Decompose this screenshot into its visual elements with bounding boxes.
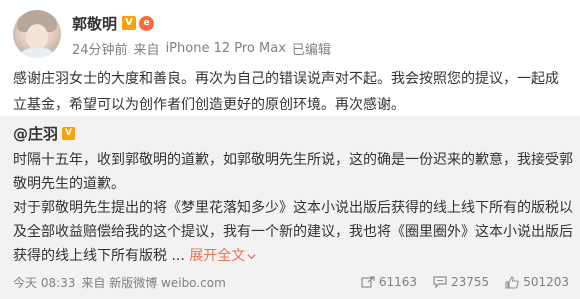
avatar-face [26, 24, 48, 50]
verified-icon: V [122, 16, 137, 30]
repost-count-button[interactable]: 61163 [361, 275, 417, 289]
post-source[interactable]: iPhone 12 Pro Max [166, 41, 286, 56]
weibo-post: 郭敬明 V e 24分钟前 来自 iPhone 12 Pro Max 已编辑 感… [0, 0, 580, 299]
avatar-shirt [19, 48, 55, 58]
ellipsis: ... [167, 248, 190, 264]
repost-paragraph-1: 时隔十五年，收到郭敬明的道歉，如郭敬明先生所说，这的确是一份迟来的歉意，我接受郭… [13, 152, 573, 192]
thumbs-up-icon [505, 275, 519, 289]
repost-text: 时隔十五年，收到郭敬明的道歉，如郭敬明先生所说，这的确是一份迟来的歉意，我接受郭… [13, 148, 573, 268]
author-row: 郭敬明 V e [72, 12, 155, 34]
avatar[interactable] [13, 10, 61, 58]
repost-count: 61163 [378, 275, 417, 289]
comment-icon [433, 276, 447, 288]
chevron-down-icon[interactable] [247, 252, 256, 261]
like-count-button[interactable]: 501203 [505, 275, 569, 289]
edited-label[interactable]: 已编辑 [292, 39, 331, 58]
share-icon [361, 276, 375, 288]
comment-count: 23755 [451, 275, 490, 289]
repost-paragraph-2: 对于郭敬明先生提出的将《梦里花落知多少》这本小说出版后获得的线上线下所有的版税以… [13, 196, 573, 268]
expand-label[interactable]: 展开全文 [189, 248, 245, 264]
post-meta: 24分钟前 来自 iPhone 12 Pro Max 已编辑 [72, 39, 337, 58]
repost-footer: 今天 08:33 来自 新版微博 weibo.com 61163 23755 5… [13, 272, 569, 292]
repost-time[interactable]: 今天 08:33 [13, 274, 75, 291]
repost-stats: 61163 23755 501203 [345, 272, 569, 292]
repost-author-row: @庄羽 V [13, 122, 76, 144]
post-source-prefix: 来自 [133, 42, 160, 58]
post-text: 感谢庄羽女士的大度和善良。再次为自己的错误说声对不起。我会按照您的提议，一起成立… [13, 71, 559, 113]
repost-block: @庄羽 V 时隔十五年，收到郭敬明的道歉，如郭敬明先生所说，这的确是一份迟来的歉… [0, 116, 580, 299]
repost-author[interactable]: @庄羽 [13, 123, 58, 144]
repost-verified-icon: V [62, 126, 76, 140]
expand-full-text-link[interactable]: 展开全文 [189, 248, 256, 264]
like-count: 501203 [523, 275, 569, 289]
repost-source[interactable]: 来自 新版微博 weibo.com [81, 274, 225, 291]
post-time[interactable]: 24分钟前 [72, 39, 128, 58]
author-name[interactable]: 郭敬明 [72, 13, 117, 34]
comment-count-button[interactable]: 23755 [433, 275, 489, 289]
member-level-icon[interactable]: e [139, 15, 155, 31]
repost-paragraph-2-text: 对于郭敬明先生提出的将《梦里花落知多少》这本小说出版后获得的线上线下所有的版税以… [13, 200, 573, 264]
